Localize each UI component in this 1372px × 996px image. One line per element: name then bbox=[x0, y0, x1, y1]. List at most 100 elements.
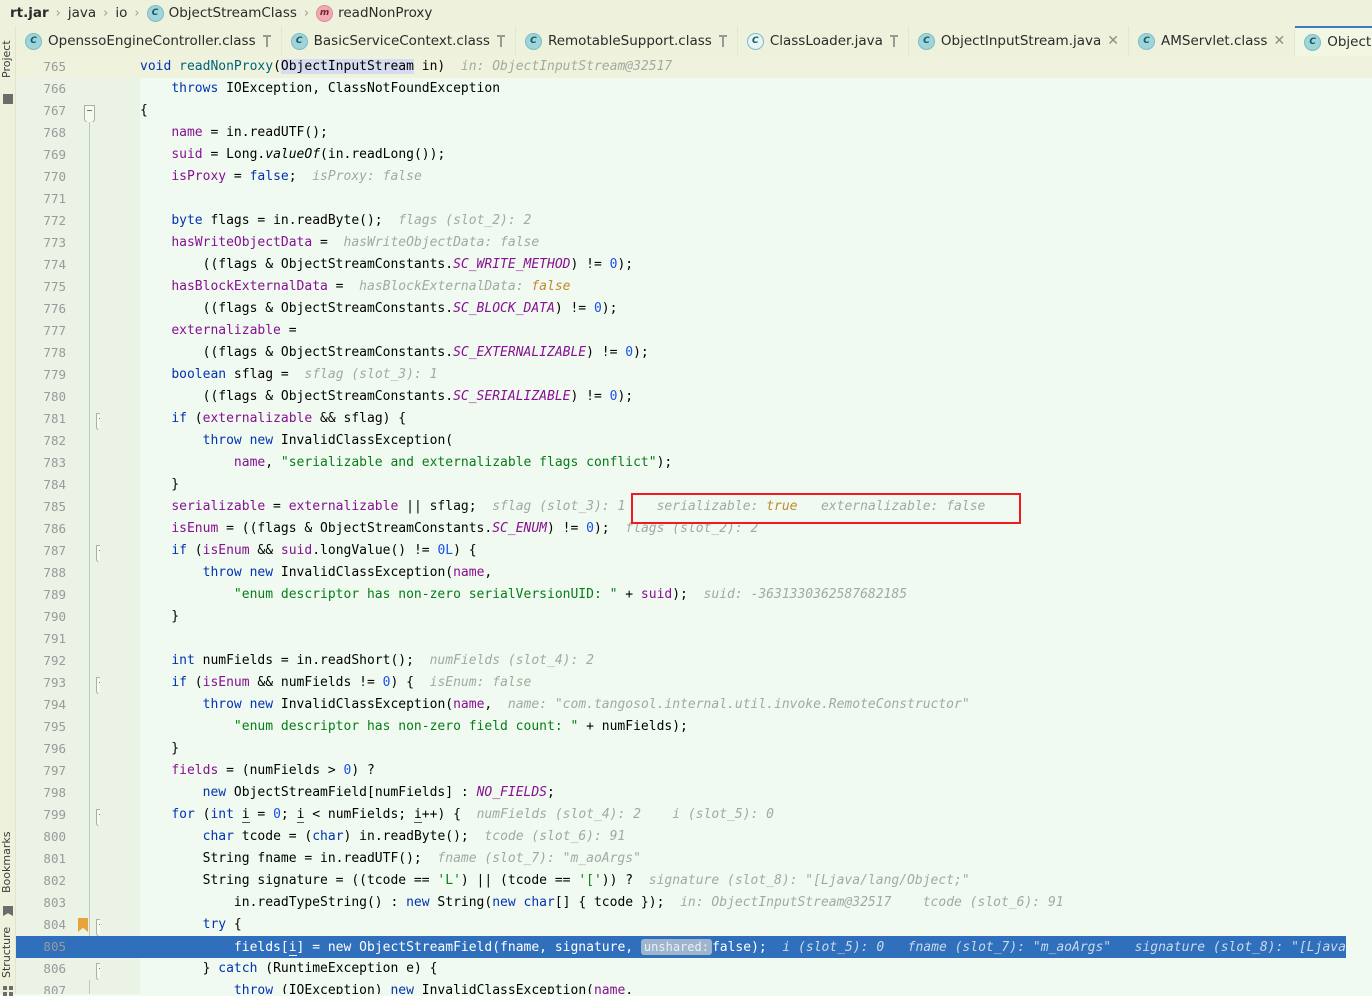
close-icon[interactable]: ✕ bbox=[1107, 34, 1119, 48]
fold-gutter[interactable] bbox=[76, 78, 100, 100]
fold-gutter[interactable] bbox=[76, 826, 100, 848]
fold-gutter[interactable] bbox=[76, 892, 100, 914]
pin-icon[interactable] bbox=[496, 35, 506, 47]
fold-gutter[interactable] bbox=[76, 232, 100, 254]
fold-gutter[interactable] bbox=[76, 56, 100, 78]
fold-gutter[interactable] bbox=[76, 474, 100, 496]
code-line[interactable]: 785 serializable = externalizable || sfl… bbox=[16, 496, 1372, 518]
code-line[interactable]: 787 if (isEnum && suid.longValue() != 0L… bbox=[16, 540, 1372, 563]
tab-object-stream-class[interactable]: C ObjectStreamC bbox=[1295, 26, 1372, 56]
tab-class-loader[interactable]: C ClassLoader.java bbox=[738, 26, 909, 56]
code-line[interactable]: 795 "enum descriptor has non-zero field … bbox=[16, 716, 1372, 738]
code-line[interactable]: 792 int numFields = in.readShort(); numF… bbox=[16, 650, 1372, 672]
code-line[interactable]: 807 throw (IOException) new InvalidClass… bbox=[16, 980, 1372, 994]
code-line[interactable]: 786 isEnum = ((flags & ObjectStreamConst… bbox=[16, 518, 1372, 540]
fold-gutter[interactable] bbox=[76, 782, 100, 804]
code-line[interactable]: 772 byte flags = in.readByte(); flags (s… bbox=[16, 210, 1372, 232]
fold-gutter[interactable] bbox=[76, 848, 100, 870]
fold-gutter[interactable] bbox=[76, 320, 100, 342]
code-line[interactable]: 777 externalizable = bbox=[16, 320, 1372, 342]
fold-gutter[interactable] bbox=[76, 606, 100, 628]
fold-gutter[interactable] bbox=[76, 408, 107, 431]
code-line[interactable]: 773 hasWriteObjectData = hasWriteObjectD… bbox=[16, 232, 1372, 254]
breadcrumb-item-readnonproxy[interactable]: m readNonProxy bbox=[314, 4, 434, 22]
fold-gutter[interactable] bbox=[76, 276, 100, 298]
code-line[interactable]: 803 in.readTypeString() : new String(new… bbox=[16, 892, 1372, 914]
fold-gutter[interactable] bbox=[76, 122, 100, 144]
tab-basic-service-context[interactable]: C BasicServiceContext.class bbox=[282, 26, 516, 56]
fold-gutter[interactable] bbox=[76, 210, 100, 232]
fold-gutter[interactable] bbox=[76, 760, 100, 782]
fold-gutter[interactable] bbox=[76, 958, 107, 981]
code-line[interactable]: 799 for (int i = 0; i < numFields; i++) … bbox=[16, 804, 1372, 827]
code-line[interactable]: 802 String signature = ((tcode == 'L') |… bbox=[16, 870, 1372, 892]
code-line[interactable]: 794 throw new InvalidClassException(name… bbox=[16, 694, 1372, 716]
fold-gutter[interactable] bbox=[76, 342, 100, 364]
fold-gutter[interactable] bbox=[76, 650, 100, 672]
fold-gutter[interactable] bbox=[76, 540, 107, 563]
code-line[interactable]: 770 isProxy = false; isProxy: false bbox=[16, 166, 1372, 188]
breadcrumb-item-java[interactable]: java bbox=[66, 5, 98, 21]
fold-gutter[interactable] bbox=[76, 738, 100, 760]
fold-gutter[interactable] bbox=[76, 188, 100, 210]
breadcrumb-item-objectstreamclass[interactable]: C ObjectStreamClass bbox=[145, 4, 299, 22]
fold-gutter[interactable] bbox=[76, 936, 100, 958]
code-line[interactable]: 798 new ObjectStreamField[numFields] : N… bbox=[16, 782, 1372, 804]
code-line[interactable]: 796 } bbox=[16, 738, 1372, 760]
fold-gutter[interactable] bbox=[76, 298, 100, 320]
code-line[interactable]: 800 char tcode = (char) in.readByte(); t… bbox=[16, 826, 1372, 848]
tab-opensso-engine-controller[interactable]: C OpenssoEngineController.class bbox=[16, 26, 282, 56]
code-line[interactable]: 784 } bbox=[16, 474, 1372, 496]
fold-gutter[interactable] bbox=[76, 430, 100, 452]
code-line[interactable]: 781 if (externalizable && sflag) { bbox=[16, 408, 1372, 431]
fold-gutter[interactable] bbox=[76, 364, 100, 386]
code-line[interactable]: 766 throws IOException, ClassNotFoundExc… bbox=[16, 78, 1372, 100]
tool-window-bookmarks[interactable]: Bookmarks bbox=[0, 822, 16, 902]
code-editor[interactable]: 765 void readNonProxy(ObjectInputStream … bbox=[16, 56, 1372, 994]
code-line[interactable]: 778 ((flags & ObjectStreamConstants.SC_E… bbox=[16, 342, 1372, 364]
code-line[interactable]: 765 void readNonProxy(ObjectInputStream … bbox=[16, 56, 1372, 78]
code-line[interactable]: 767 { bbox=[16, 100, 1372, 123]
code-line[interactable]: 774 ((flags & ObjectStreamConstants.SC_W… bbox=[16, 254, 1372, 276]
fold-gutter[interactable] bbox=[76, 870, 100, 892]
code-line[interactable]: 793 if (isEnum && numFields != 0) { isEn… bbox=[16, 672, 1372, 695]
close-icon[interactable]: ✕ bbox=[1273, 34, 1285, 48]
tab-am-servlet[interactable]: C AMServlet.class ✕ bbox=[1129, 26, 1296, 56]
fold-gutter[interactable] bbox=[76, 386, 100, 408]
code-line[interactable]: 775 hasBlockExternalData = hasBlockExter… bbox=[16, 276, 1372, 298]
pin-icon[interactable] bbox=[718, 35, 728, 47]
tool-window-project[interactable]: Project bbox=[0, 28, 16, 90]
fold-gutter[interactable] bbox=[76, 452, 100, 474]
code-line[interactable]: 776 ((flags & ObjectStreamConstants.SC_B… bbox=[16, 298, 1372, 320]
breadcrumb-item-io[interactable]: io bbox=[113, 5, 129, 21]
code-line[interactable]: 790 } bbox=[16, 606, 1372, 628]
code-line[interactable]: 797 fields = (numFields > 0) ? bbox=[16, 760, 1372, 782]
tool-window-structure[interactable]: Structure bbox=[0, 916, 16, 988]
fold-gutter[interactable] bbox=[76, 100, 100, 123]
pin-icon[interactable] bbox=[889, 35, 899, 47]
tab-remotable-support[interactable]: C RemotableSupport.class bbox=[516, 26, 738, 56]
code-line[interactable]: 806 } catch (RuntimeException e) { bbox=[16, 958, 1372, 981]
code-line[interactable]: 771 bbox=[16, 188, 1372, 210]
fold-collapse-icon[interactable] bbox=[84, 105, 95, 123]
code-line[interactable]: 769 suid = Long.valueOf(in.readLong()); bbox=[16, 144, 1372, 166]
fold-gutter[interactable] bbox=[76, 584, 100, 606]
fold-gutter[interactable] bbox=[76, 804, 107, 827]
code-line[interactable]: 801 String fname = in.readUTF(); fname (… bbox=[16, 848, 1372, 870]
code-line[interactable]: 791 bbox=[16, 628, 1372, 650]
fold-gutter[interactable] bbox=[76, 694, 100, 716]
tab-object-input-stream[interactable]: C ObjectInputStream.java ✕ bbox=[909, 26, 1130, 56]
code-line[interactable]: 783 name, "serializable and externalizab… bbox=[16, 452, 1372, 474]
fold-gutter[interactable] bbox=[76, 628, 100, 650]
code-line-selected[interactable]: 805 fields[i] = new ObjectStreamField(fn… bbox=[16, 936, 1372, 958]
fold-gutter[interactable] bbox=[76, 254, 100, 276]
fold-gutter[interactable] bbox=[76, 716, 100, 738]
code-line[interactable]: 780 ((flags & ObjectStreamConstants.SC_S… bbox=[16, 386, 1372, 408]
code-line[interactable]: 782 throw new InvalidClassException( bbox=[16, 430, 1372, 452]
code-line[interactable]: 788 throw new InvalidClassException(name… bbox=[16, 562, 1372, 584]
fold-gutter[interactable] bbox=[76, 144, 100, 166]
fold-gutter[interactable] bbox=[76, 672, 107, 695]
code-line[interactable]: 779 boolean sflag = sflag (slot_3): 1 bbox=[16, 364, 1372, 386]
fold-gutter[interactable] bbox=[76, 496, 100, 518]
fold-gutter[interactable] bbox=[76, 518, 100, 540]
